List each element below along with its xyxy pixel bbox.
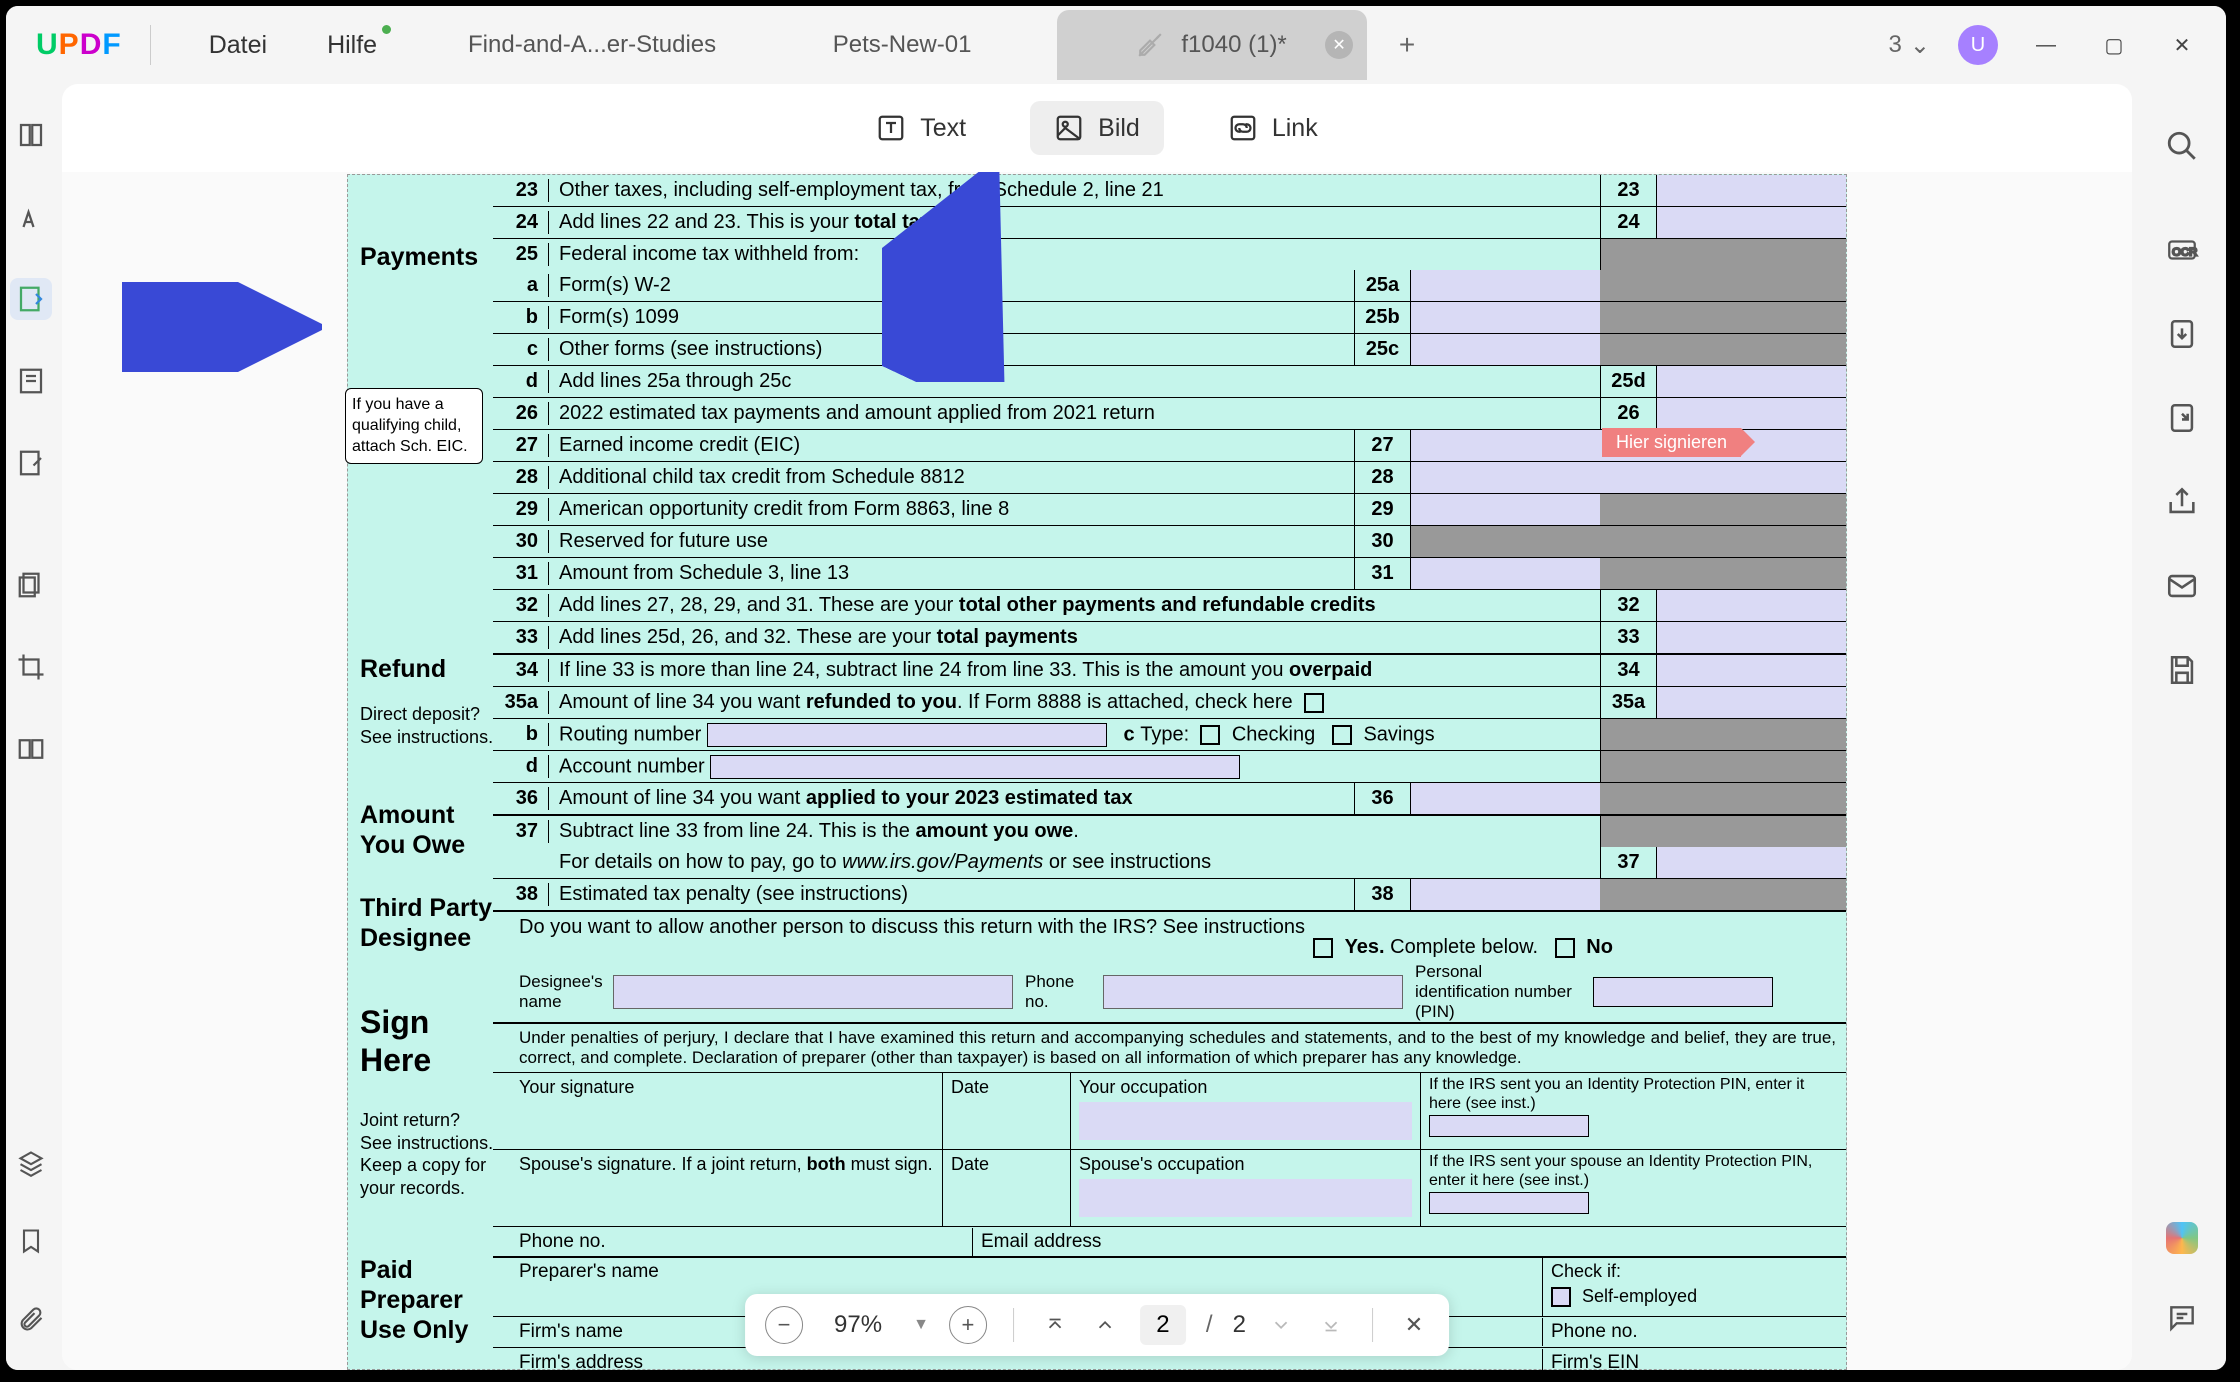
ai-icon[interactable] [2160,1216,2204,1260]
content-area: Text Bild Link Payments Refund AmountYou… [62,84,2132,1370]
search-icon[interactable] [2160,124,2204,168]
first-page-button[interactable] [1040,1310,1070,1340]
left-sidebar [6,84,56,1370]
label-third-party: Third PartyDesignee [360,893,492,953]
close-button[interactable]: ✕ [2162,25,2202,65]
layers-icon[interactable] [10,1142,52,1184]
menu-datei[interactable]: Datei [209,31,267,60]
ocr-icon[interactable]: OCR [2160,228,2204,272]
zoom-value[interactable]: 97% [823,1311,893,1339]
text-icon [876,113,906,143]
close-bar-button[interactable]: ✕ [1399,1310,1429,1340]
zoom-dropdown-icon[interactable]: ▼ [913,1316,929,1334]
jr-note: Joint return?See instructions.Keep a cop… [360,1109,493,1199]
image-icon [1054,113,1084,143]
tab-3-label: f1040 (1)* [1181,31,1286,59]
link-tool-button[interactable]: Link [1204,101,1342,155]
next-page-button[interactable] [1266,1310,1296,1340]
app-logo: UPDF [36,28,122,62]
text-tool-button[interactable]: Text [852,101,990,155]
tab-1[interactable]: Find-and-A...er-Studies [437,10,747,80]
form-icon[interactable] [10,360,52,402]
share-icon[interactable] [2160,480,2204,524]
page-sep: / [1206,1311,1213,1339]
comment-icon[interactable] [2160,1296,2204,1340]
edit-icon[interactable] [10,278,52,320]
label-payments: Payments [360,243,478,272]
pages-icon[interactable] [10,564,52,606]
highlight-icon[interactable] [10,196,52,238]
edit-disabled-icon [1137,32,1163,58]
page-input[interactable]: 2 [1140,1305,1186,1345]
zoom-out-button[interactable]: − [765,1306,803,1344]
reader-icon[interactable] [10,114,52,156]
compare-icon[interactable] [10,728,52,770]
arrow-annotation-1 [122,282,322,372]
page-total: 2 [1233,1311,1246,1339]
label-refund: Refund [360,655,446,684]
user-avatar[interactable]: U [1958,25,1998,65]
tab-add-button[interactable]: + [1387,25,1427,65]
zoom-in-button[interactable]: + [949,1306,987,1344]
image-tool-button[interactable]: Bild [1030,101,1164,155]
eic-note: If you have a qualifying child, attach S… [345,388,483,464]
page-nav-bar: − 97% ▼ + 2 / 2 ✕ [745,1294,1449,1356]
titlebar: UPDF Datei Hilfe Find-and-A...er-Studies… [6,6,2226,84]
maximize-button[interactable]: ▢ [2094,25,2134,65]
crop-icon[interactable] [10,646,52,688]
save-icon[interactable] [2160,648,2204,692]
export-icon[interactable] [2160,396,2204,440]
sign-stamp-1[interactable]: Hier signieren [1602,428,1741,457]
attachment-icon[interactable] [10,1298,52,1340]
label-sign-here: SignHere [360,1003,431,1080]
tab-2[interactable]: Pets-New-01 [747,10,1057,80]
minimize-button[interactable]: — [2026,25,2066,65]
link-icon [1228,113,1258,143]
pdf-page[interactable]: Payments Refund AmountYou Owe Third Part… [347,174,1847,1370]
tab-3-active[interactable]: f1040 (1)* ✕ [1057,10,1367,80]
bookmark-icon[interactable] [10,1220,52,1262]
dd-note: Direct deposit?See instructions. [360,703,493,748]
menu-hilfe[interactable]: Hilfe [327,31,377,60]
email-icon[interactable] [2160,564,2204,608]
svg-text:OCR: OCR [2172,247,2197,259]
edit-toolbar: Text Bild Link [62,84,2132,172]
right-sidebar: OCR [2138,84,2226,1370]
convert-icon[interactable] [2160,312,2204,356]
label-amount-owe: AmountYou Owe [360,800,465,860]
count-dropdown[interactable]: 3⌄ [1889,31,1930,60]
prev-page-button[interactable] [1090,1310,1120,1340]
sign-icon[interactable] [10,442,52,484]
last-page-button[interactable] [1316,1310,1346,1340]
tab-close-icon[interactable]: ✕ [1325,31,1353,59]
label-paid-preparer: PaidPreparerUse Only [360,1255,468,1345]
document-canvas[interactable]: Payments Refund AmountYou Owe Third Part… [62,172,2132,1370]
